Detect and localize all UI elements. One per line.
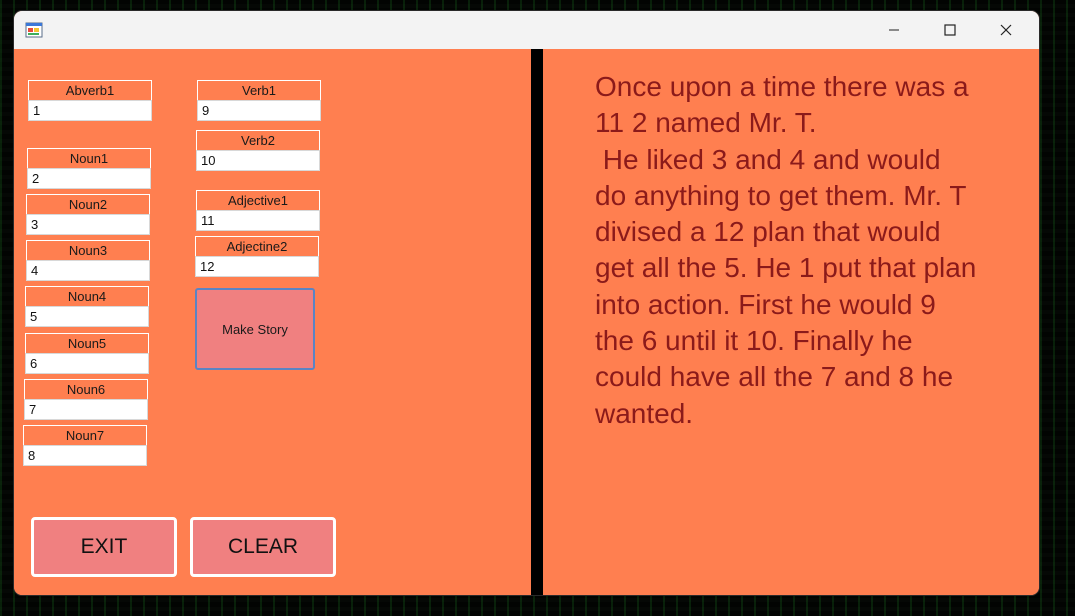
noun4-input[interactable]: [25, 306, 149, 327]
story-text: Once upon a time there was a 11 2 named …: [595, 71, 977, 429]
panel-divider: [531, 49, 543, 595]
verb2-input[interactable]: [196, 150, 320, 171]
app-form-icon: [25, 22, 43, 38]
input-panel: Abverb1 Noun1 Noun2 Noun3 Noun4 Noun5 No…: [14, 49, 531, 595]
noun5-label: Noun5: [25, 333, 149, 353]
app-window: Abverb1 Noun1 Noun2 Noun3 Noun4 Noun5 No…: [14, 11, 1039, 595]
verb1-label: Verb1: [197, 80, 321, 100]
noun1-label: Noun1: [27, 148, 151, 168]
noun6-label: Noun6: [24, 379, 148, 399]
noun2-label: Noun2: [26, 194, 150, 214]
minimize-button[interactable]: [871, 11, 917, 49]
noun5-input[interactable]: [25, 353, 149, 374]
adverb1-input[interactable]: [28, 100, 152, 121]
adverb1-label: Abverb1: [28, 80, 152, 100]
close-icon: [1000, 24, 1012, 36]
verb1-input[interactable]: [197, 100, 321, 121]
verb2-label: Verb2: [196, 130, 320, 150]
adjective2-input[interactable]: [195, 256, 319, 277]
noun7-label: Noun7: [23, 425, 147, 445]
minimize-icon: [889, 29, 899, 31]
noun4-label: Noun4: [25, 286, 149, 306]
story-panel: Once upon a time there was a 11 2 named …: [543, 49, 1039, 595]
adjective1-label: Adjective1: [196, 190, 320, 210]
title-bar[interactable]: [14, 11, 1039, 49]
noun1-input[interactable]: [27, 168, 151, 189]
noun7-input[interactable]: [23, 445, 147, 466]
noun2-input[interactable]: [26, 214, 150, 235]
maximize-button[interactable]: [927, 11, 973, 49]
clear-button[interactable]: CLEAR: [190, 517, 336, 577]
close-button[interactable]: [983, 11, 1029, 49]
adjective1-input[interactable]: [196, 210, 320, 231]
maximize-icon: [944, 24, 956, 36]
noun3-input[interactable]: [26, 260, 150, 281]
noun3-label: Noun3: [26, 240, 150, 260]
noun6-input[interactable]: [24, 399, 148, 420]
exit-button[interactable]: EXIT: [31, 517, 177, 577]
adjective2-label: Adjectine2: [195, 236, 319, 256]
make-story-button[interactable]: Make Story: [195, 288, 315, 370]
